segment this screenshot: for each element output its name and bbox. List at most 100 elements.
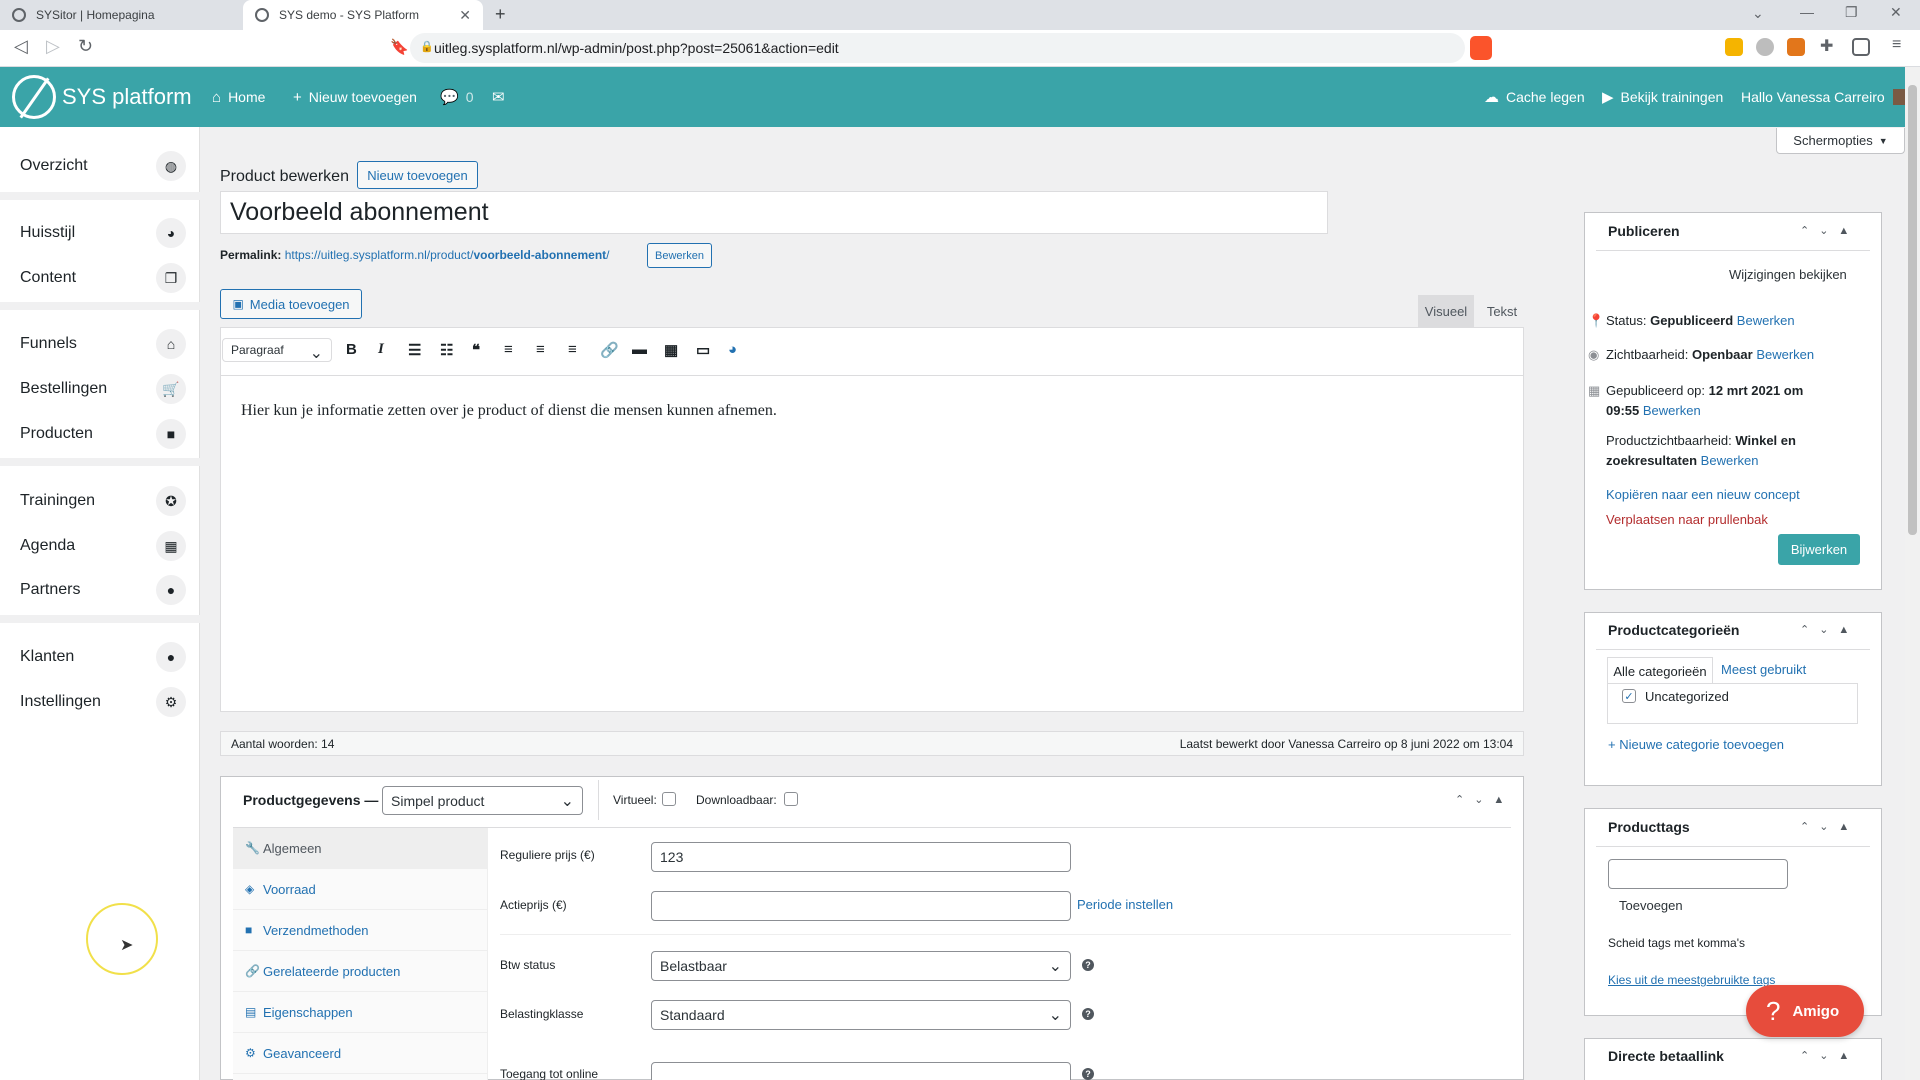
- address-bar[interactable]: 🔒 uitleg.sysplatform.nl/wp-admin/post.ph…: [410, 33, 1465, 63]
- help-icon[interactable]: ?: [1082, 1068, 1094, 1080]
- sidebar-item-bestellingen[interactable]: Bestellingen 🛒: [0, 367, 200, 411]
- plugin-icon[interactable]: ◕: [728, 341, 737, 358]
- link-icon[interactable]: 🔗: [600, 341, 619, 359]
- category-checkbox[interactable]: ✓: [1622, 689, 1636, 703]
- regular-price-input[interactable]: [651, 842, 1071, 872]
- sale-price-input[interactable]: [651, 891, 1071, 921]
- visibility-edit-link[interactable]: Bewerken: [1756, 347, 1814, 362]
- box-controls[interactable]: ⌃⌄▲: [1800, 623, 1859, 636]
- browser-tab-active[interactable]: SYS demo - SYS Platform ✕: [243, 0, 483, 30]
- scrollbar-thumb[interactable]: [1908, 85, 1917, 535]
- screen-icon[interactable]: ▭: [696, 341, 710, 359]
- sidebar-item-partners[interactable]: Partners ●: [0, 568, 200, 612]
- close-window-icon[interactable]: ✕: [1890, 4, 1902, 21]
- extension-icon[interactable]: [1756, 38, 1774, 56]
- online-access-input[interactable]: [651, 1062, 1071, 1080]
- sidebar-item-huisstijl[interactable]: Huisstijl ◕: [0, 211, 200, 255]
- tab-visual[interactable]: Visueel: [1418, 295, 1474, 327]
- virtual-checkbox[interactable]: [662, 792, 676, 806]
- screen-options-button[interactable]: Schermopties ▼: [1776, 128, 1905, 154]
- sidebar-item-content[interactable]: Content ❐: [0, 256, 200, 300]
- trainings-link[interactable]: ▶ Bekijk trainingen: [1602, 67, 1723, 127]
- add-media-button[interactable]: ▣ Media toevoegen: [220, 289, 362, 319]
- tag-input[interactable]: [1608, 859, 1788, 889]
- tax-status-select[interactable]: Belastbaar: [651, 951, 1071, 981]
- choose-tags-link[interactable]: Kies uit de meestgebruikte tags: [1608, 973, 1775, 987]
- tab-verzendmethoden[interactable]: ■ Verzendmethoden: [233, 910, 488, 951]
- sidebar-item-instellingen[interactable]: Instellingen ⚙: [0, 680, 200, 724]
- help-icon[interactable]: ?: [1082, 1008, 1094, 1020]
- schedule-link[interactable]: Periode instellen: [1077, 897, 1173, 912]
- restore-icon[interactable]: ❐: [1845, 4, 1858, 21]
- help-icon[interactable]: ?: [1082, 959, 1094, 971]
- tab-gerelateerde-producten[interactable]: 🔗 Gerelateerde producten: [233, 951, 488, 992]
- wallet-icon[interactable]: [1852, 38, 1870, 56]
- italic-icon[interactable]: I: [378, 341, 384, 358]
- update-button[interactable]: Bijwerken: [1778, 534, 1860, 565]
- box-controls[interactable]: ⌃⌄▲: [1800, 224, 1859, 237]
- new-tab-button[interactable]: +: [495, 4, 506, 25]
- close-icon[interactable]: ✕: [459, 7, 471, 24]
- add-tag-button[interactable]: Toevoegen: [1619, 898, 1683, 913]
- align-left-icon[interactable]: ≡: [504, 341, 513, 358]
- tab-search-icon[interactable]: ⌄: [1752, 5, 1764, 22]
- align-right-icon[interactable]: ≡: [568, 341, 577, 358]
- forward-icon[interactable]: ▷: [46, 36, 60, 57]
- box-controls[interactable]: ⌃⌄▲: [1800, 820, 1859, 833]
- admin-new-link[interactable]: + Nieuw toevoegen: [293, 67, 417, 127]
- status-edit-link[interactable]: Bewerken: [1737, 313, 1795, 328]
- menu-icon[interactable]: ≡: [1892, 36, 1901, 54]
- sidebar-item-klanten[interactable]: Klanten ●: [0, 635, 200, 679]
- tax-class-select[interactable]: Standaard: [651, 1000, 1071, 1030]
- tab-most-used[interactable]: Meest gebruikt: [1721, 662, 1806, 677]
- cache-clear-link[interactable]: ☁ Cache legen: [1484, 67, 1585, 127]
- admin-home-link[interactable]: ⌂ Home: [212, 67, 265, 127]
- align-center-icon[interactable]: ≡: [536, 341, 545, 358]
- metamask-icon[interactable]: [1787, 38, 1805, 56]
- tab-all-categories[interactable]: Alle categorieën: [1607, 657, 1713, 684]
- sidebar-item-overzicht[interactable]: Overzicht ◍: [0, 144, 200, 188]
- bold-icon[interactable]: B: [346, 341, 357, 358]
- published-edit-link[interactable]: Bewerken: [1643, 403, 1701, 418]
- extension-icon[interactable]: [1725, 38, 1743, 56]
- box-controls[interactable]: ⌃⌄▲: [1455, 793, 1514, 806]
- quote-icon[interactable]: ❝: [472, 341, 480, 359]
- admin-mail-link[interactable]: ✉: [492, 67, 512, 127]
- brave-shield-icon[interactable]: [1470, 36, 1492, 60]
- box-controls[interactable]: ⌃⌄▲: [1800, 1049, 1859, 1062]
- minimize-icon[interactable]: —: [1800, 4, 1814, 20]
- sidebar-item-agenda[interactable]: Agenda ▦: [0, 524, 200, 568]
- puzzle-icon[interactable]: ✚: [1820, 36, 1833, 56]
- post-title-input[interactable]: Voorbeeld abonnement: [220, 191, 1328, 234]
- user-greeting[interactable]: Hallo Vanessa Carreiro: [1741, 67, 1907, 127]
- numbered-list-icon[interactable]: ☷: [440, 341, 453, 359]
- add-category-link[interactable]: + Nieuwe categorie toevoegen: [1608, 737, 1784, 752]
- move-to-trash-link[interactable]: Verplaatsen naar prullenbak: [1606, 512, 1768, 527]
- sidebar-item-trainingen[interactable]: Trainingen ✪: [0, 479, 200, 523]
- add-new-button[interactable]: Nieuw toevoegen: [357, 161, 478, 189]
- downloadable-checkbox[interactable]: [784, 792, 798, 806]
- sidebar-item-producten[interactable]: Producten ■: [0, 412, 200, 456]
- admin-comments-link[interactable]: 💬 0: [440, 67, 473, 127]
- bullet-list-icon[interactable]: ☰: [408, 341, 421, 359]
- browser-tab-sysitor[interactable]: SYSitor | Homepagina: [0, 0, 243, 30]
- toolbar-toggle-icon[interactable]: ▦: [664, 341, 678, 359]
- reload-icon[interactable]: ↻: [78, 36, 93, 57]
- page-scrollbar[interactable]: [1905, 67, 1920, 1080]
- back-icon[interactable]: ◁: [14, 36, 28, 57]
- amigo-help-button[interactable]: ? Amigo: [1746, 985, 1864, 1037]
- sys-logo[interactable]: SYS platform: [12, 75, 192, 119]
- permalink-edit-button[interactable]: Bewerken: [647, 243, 712, 268]
- sidebar-item-funnels[interactable]: Funnels ⌂: [0, 322, 200, 366]
- bookmark-icon[interactable]: 🔖: [390, 38, 409, 56]
- tab-eigenschappen[interactable]: ▤ Eigenschappen: [233, 992, 488, 1033]
- preview-changes-button[interactable]: Wijzigingen bekijken: [1729, 267, 1847, 282]
- tab-text[interactable]: Tekst: [1478, 295, 1526, 327]
- editor-content[interactable]: Hier kun je informatie zetten over je pr…: [241, 402, 777, 420]
- format-select[interactable]: Paragraaf: [222, 338, 332, 363]
- tab-voorraad[interactable]: ◈ Voorraad: [233, 869, 488, 910]
- copy-to-draft-link[interactable]: Kopiëren naar een nieuw concept: [1606, 487, 1800, 502]
- tab-algemeen[interactable]: 🔧 Algemeen: [233, 828, 488, 869]
- tab-geavanceerd[interactable]: ⚙ Geavanceerd: [233, 1033, 488, 1074]
- permalink-link[interactable]: https://uitleg.sysplatform.nl/product/vo…: [285, 248, 610, 262]
